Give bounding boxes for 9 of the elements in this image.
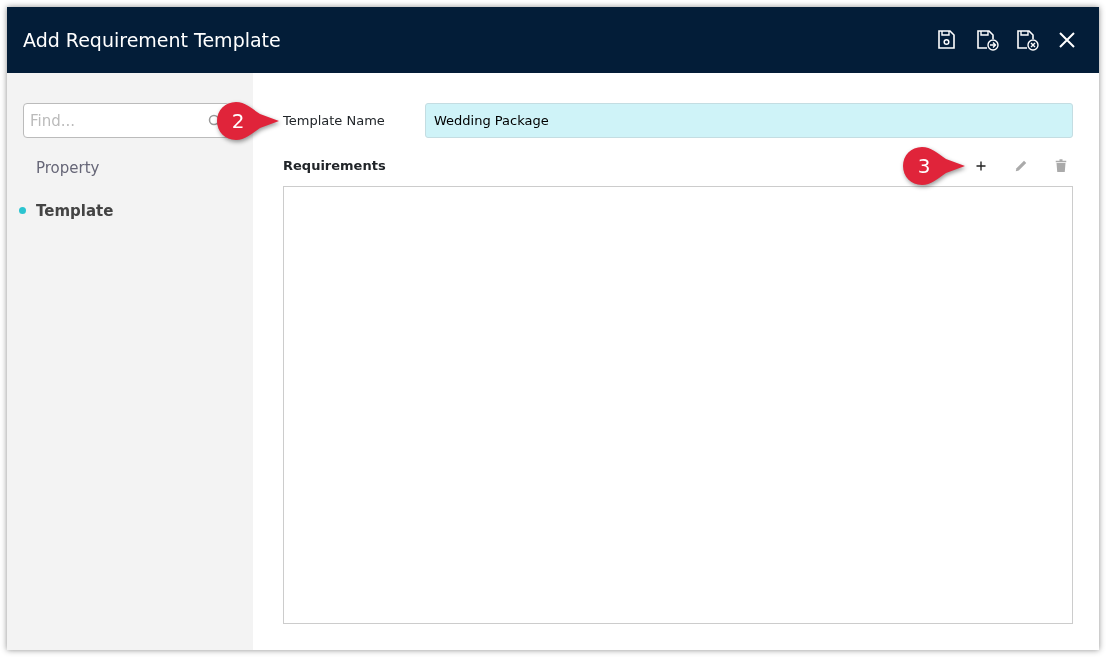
template-name-field[interactable]: Wedding Package bbox=[425, 103, 1073, 138]
save-new-icon[interactable] bbox=[975, 28, 999, 52]
sidebar-item[interactable]: Property bbox=[23, 156, 106, 181]
section-title: Requirements bbox=[283, 157, 386, 176]
callout-marker: 3 bbox=[903, 147, 965, 185]
window-title: Add Requirement Template bbox=[23, 27, 281, 53]
search-field[interactable]: Find... bbox=[23, 103, 230, 138]
save-close-icon[interactable] bbox=[1015, 28, 1039, 52]
field-label: Template Name bbox=[283, 111, 386, 130]
